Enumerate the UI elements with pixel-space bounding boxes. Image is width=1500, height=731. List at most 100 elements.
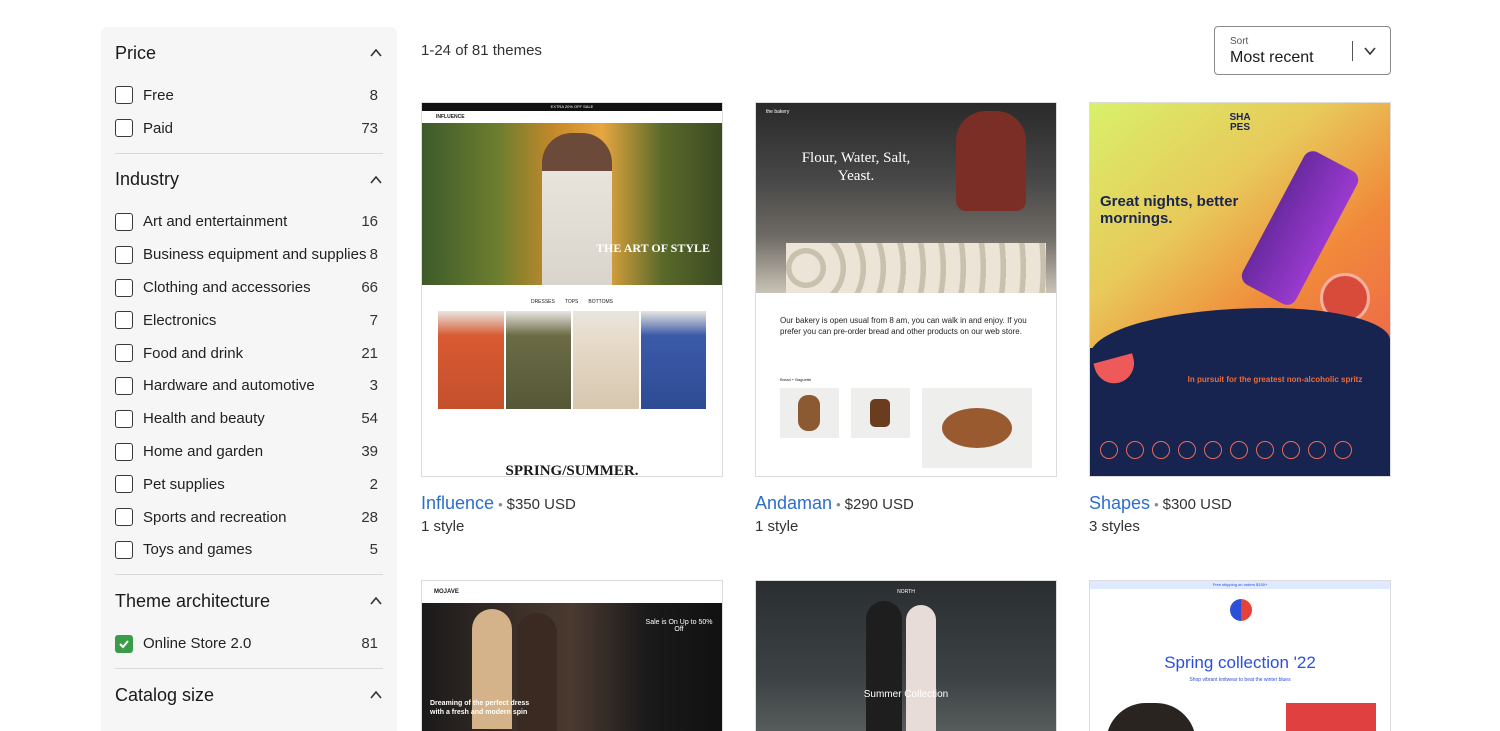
- sort-select[interactable]: Sort Most recent: [1214, 26, 1391, 75]
- theme-preview-spring[interactable]: Free shipping on orders $150+ Spring col…: [1089, 580, 1391, 731]
- theme-preview-influence[interactable]: EXTRA 20% OFF SALE INFLUENCE THE ART OF …: [421, 102, 723, 477]
- theme-card-mojave: MOJAVE Sale is On Up to 50% Off Dreaming…: [421, 580, 723, 731]
- theme-name-link[interactable]: Influence: [421, 493, 494, 513]
- filter-option-industry[interactable]: Pet supplies 2: [115, 468, 383, 501]
- filter-header-price[interactable]: Price: [115, 27, 383, 79]
- chevron-up-icon: [370, 690, 382, 699]
- results-count: 1-24 of 81 themes: [421, 42, 542, 59]
- preview-hero-image: Sale is On Up to 50% Off Dreaming of the…: [422, 603, 722, 731]
- filter-title-architecture: Theme architecture: [115, 590, 271, 611]
- filter-option-industry[interactable]: Health and beauty 54: [115, 402, 383, 435]
- theme-card-andaman: the bakery Flour, Water, Salt, Yeast. Ou…: [755, 102, 1057, 535]
- option-label: Hardware and automotive: [143, 377, 315, 395]
- checkbox[interactable]: [115, 409, 133, 428]
- filter-option-online-store-2[interactable]: Online Store 2.0 81: [115, 627, 383, 660]
- filter-option-industry[interactable]: Art and entertainment 16: [115, 206, 383, 239]
- theme-card-shapes: SHA PES Great nights, better mornings. I…: [1089, 102, 1391, 535]
- preview-nav: the bakery: [766, 109, 790, 115]
- preview-banner: EXTRA 20% OFF SALE: [422, 103, 722, 111]
- filter-option-industry[interactable]: Business equipment and supplies 8: [115, 238, 383, 271]
- preview-tab: TOPS: [564, 299, 579, 305]
- filter-option-industry[interactable]: Electronics 7: [115, 304, 383, 337]
- sort-value: Most recent: [1230, 49, 1314, 66]
- theme-price: $350 USD: [506, 496, 576, 513]
- filter-option-industry[interactable]: Food and drink 21: [115, 337, 383, 370]
- theme-preview-north[interactable]: NORTH Summer Collection: [755, 580, 1057, 731]
- checkbox[interactable]: [115, 245, 133, 264]
- theme-price: $290 USD: [844, 496, 914, 513]
- filter-option-industry[interactable]: Clothing and accessories 66: [115, 271, 383, 304]
- checkbox[interactable]: [115, 508, 133, 527]
- filter-section-price: Price Free 8 Paid 73: [115, 27, 383, 154]
- option-label: Clothing and accessories: [143, 279, 311, 297]
- option-count: 16: [361, 213, 378, 231]
- theme-preview-mojave[interactable]: MOJAVE Sale is On Up to 50% Off Dreaming…: [421, 580, 723, 731]
- preview-logo-mark: [1230, 599, 1252, 621]
- preview-banner: Free shipping on orders $150+: [1090, 581, 1390, 589]
- preview-hero-text: Great nights, better mornings.: [1100, 193, 1239, 227]
- theme-name-link[interactable]: Andaman: [755, 493, 832, 513]
- option-count: 7: [369, 311, 378, 329]
- checkbox[interactable]: [115, 540, 133, 559]
- chevron-up-icon: [370, 48, 382, 57]
- filter-option-industry[interactable]: Home and garden 39: [115, 435, 383, 468]
- filter-option-paid[interactable]: Paid 73: [115, 112, 383, 145]
- filter-section-industry: Industry Art and entertainment 16 Business…: [115, 154, 383, 576]
- option-count: 73: [361, 119, 378, 137]
- chevron-up-icon: [370, 175, 382, 184]
- option-label: Sports and recreation: [143, 508, 287, 526]
- checkbox[interactable]: [115, 86, 133, 105]
- preview-hero-text: Flour, Water, Salt, Yeast.: [801, 150, 911, 184]
- option-count: 5: [369, 541, 378, 559]
- theme-preview-shapes[interactable]: SHA PES Great nights, better mornings. I…: [1089, 102, 1391, 477]
- preview-icons-row: [1100, 441, 1352, 459]
- option-label: Online Store 2.0: [143, 635, 252, 653]
- theme-name-link[interactable]: Shapes: [1089, 493, 1150, 513]
- filter-section-catalog: Catalog size: [115, 669, 383, 721]
- filter-header-architecture[interactable]: Theme architecture: [115, 575, 383, 627]
- filter-title-price: Price: [115, 42, 157, 63]
- checkbox[interactable]: [115, 344, 133, 363]
- filter-header-industry[interactable]: Industry: [115, 154, 383, 206]
- preview-hero-image: the bakery Flour, Water, Salt, Yeast.: [756, 103, 1056, 293]
- preview-section-title: Bread + Baguette: [780, 377, 812, 382]
- filter-option-industry[interactable]: Hardware and automotive 3: [115, 370, 383, 403]
- preview-logo: SHA PES: [1229, 112, 1251, 133]
- preview-hero-text: Dreaming of the perfect dress with a fre…: [430, 700, 530, 716]
- theme-price: $300 USD: [1162, 496, 1232, 513]
- filter-header-catalog[interactable]: Catalog size: [115, 669, 383, 721]
- preview-body-text: Our bakery is open usual from 8 am, you …: [780, 316, 1027, 336]
- option-count: 21: [361, 344, 378, 362]
- filter-sidebar: Price Free 8 Paid 73 Industry Art and en…: [101, 27, 397, 731]
- preview-products: [422, 311, 722, 409]
- preview-logo: MOJAVE: [434, 589, 459, 595]
- option-count: 3: [369, 377, 378, 395]
- preview-sale-text: Sale is On Up to 50% Off: [645, 619, 713, 633]
- preview-nav: INFLUENCE: [436, 114, 465, 120]
- theme-card-influence: EXTRA 20% OFF SALE INFLUENCE THE ART OF …: [421, 102, 723, 535]
- filter-title-catalog: Catalog size: [115, 684, 215, 705]
- checkbox[interactable]: [115, 119, 133, 138]
- option-label: Electronics: [143, 311, 217, 329]
- filter-option-industry[interactable]: Toys and games 5: [115, 534, 383, 567]
- checkbox[interactable]: [115, 376, 133, 395]
- option-count: 39: [361, 443, 378, 461]
- sort-divider: [1352, 41, 1353, 61]
- checkbox[interactable]: [115, 278, 133, 297]
- theme-preview-andaman[interactable]: the bakery Flour, Water, Salt, Yeast. Ou…: [755, 102, 1057, 477]
- preview-sub-text: Shop vibrant knitwear to beat the winter…: [1189, 677, 1291, 683]
- option-label: Business equipment and supplies: [143, 246, 367, 264]
- checkbox[interactable]: [115, 212, 133, 231]
- filter-option-free[interactable]: Free 8: [115, 79, 383, 112]
- checkbox[interactable]: [115, 442, 133, 461]
- separator-dot: •: [498, 497, 503, 512]
- checkbox[interactable]: [115, 311, 133, 330]
- option-label: Health and beauty: [143, 410, 265, 428]
- option-label: Paid: [143, 119, 174, 137]
- sort-label: Sort: [1230, 36, 1249, 47]
- checkbox[interactable]: [115, 475, 133, 494]
- filter-option-industry[interactable]: Sports and recreation 28: [115, 501, 383, 534]
- option-count: 8: [369, 86, 378, 104]
- filter-title-industry: Industry: [115, 169, 180, 190]
- checkbox-checked[interactable]: [115, 634, 133, 653]
